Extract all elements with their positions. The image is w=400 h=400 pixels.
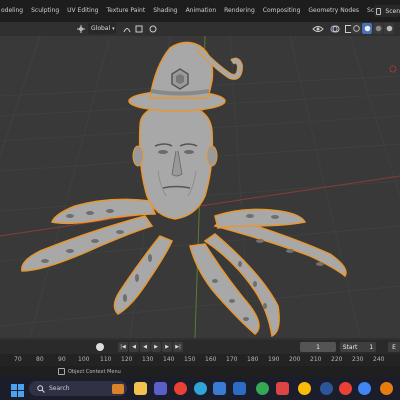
visibility-icon[interactable] (312, 23, 324, 34)
scene-label: Scen (385, 7, 400, 15)
current-frame-field[interactable]: 1 (300, 342, 336, 352)
media-icon[interactable] (276, 382, 289, 395)
ruler-tick: 70 (14, 356, 22, 363)
jump-start-icon[interactable]: |◀ (118, 342, 128, 352)
shading-material-icon[interactable] (373, 23, 383, 34)
prev-keyframe-icon[interactable]: ◀ (129, 342, 139, 352)
tab-uv-editing[interactable]: UV Editing (63, 0, 102, 22)
transform-orientation-icon[interactable] (76, 23, 86, 34)
jump-end-icon[interactable]: ▶| (173, 342, 183, 352)
taskbar: Search (0, 377, 400, 400)
ruler-tick: 230 (352, 356, 364, 363)
chevron-down-icon: ▾ (112, 25, 115, 32)
proportional-edit-icon[interactable] (148, 23, 158, 34)
ruler-tick: 220 (331, 356, 343, 363)
chrome-icon[interactable] (256, 382, 269, 395)
timeline-header: |◀ ◀ ◀ ▶ ▶ ▶| 1 Start 1 E (0, 340, 400, 354)
witch-hat-model[interactable] (128, 41, 244, 112)
ruler-tick: 100 (78, 356, 90, 363)
tab-modeling[interactable]: odeling (0, 0, 27, 22)
viewport-header: Global ▾ (0, 22, 400, 36)
orientation-value: Global (91, 25, 111, 32)
tab-sculpting[interactable]: Sculpting (27, 0, 63, 22)
shading-rendered-icon[interactable] (384, 23, 394, 34)
workspace-tab-bar: odeling Sculpting UV Editing Texture Pai… (0, 0, 400, 22)
ruler-tick: 90 (58, 356, 66, 363)
search-box[interactable]: Search (29, 381, 127, 396)
ruler-tick: 140 (163, 356, 175, 363)
tab-geometry-nodes[interactable]: Geometry Nodes (304, 0, 363, 22)
next-keyframe-icon[interactable]: ▶ (162, 342, 172, 352)
start-frame-field[interactable]: Start 1 (340, 342, 376, 352)
shading-solid-icon[interactable] (362, 23, 372, 34)
ruler-tick: 120 (121, 356, 133, 363)
scene-selector[interactable]: Scen (374, 5, 400, 17)
tentacles[interactable] (21, 198, 347, 338)
ruler-tick: 110 (100, 356, 112, 363)
ruler-tick: 200 (289, 356, 301, 363)
file-explorer-icon[interactable] (134, 382, 147, 395)
record-icon[interactable] (96, 343, 104, 351)
tab-compositing[interactable]: Compositing (259, 0, 305, 22)
start-label: Start (342, 343, 358, 351)
ruler-tick: 130 (142, 356, 154, 363)
ruler-tick: 240 (373, 356, 385, 363)
play-reverse-icon[interactable]: ◀ (140, 342, 150, 352)
play-icon[interactable]: ▶ (151, 342, 161, 352)
frame-ruler[interactable]: 70 80 90 100 110 120 130 140 150 160 170… (0, 354, 400, 366)
start-value: 1 (369, 343, 374, 351)
blender-icon[interactable] (380, 382, 393, 395)
playback-controls: |◀ ◀ ◀ ▶ ▶ ▶| (118, 342, 184, 352)
ruler-tick: 170 (226, 356, 238, 363)
chrome-icon[interactable] (174, 382, 187, 395)
ruler-tick: 150 (184, 356, 196, 363)
overlay-icon[interactable] (330, 23, 340, 34)
teams-icon[interactable] (154, 382, 167, 395)
ruler-tick: 180 (247, 356, 259, 363)
photos-icon[interactable] (233, 382, 246, 395)
end-frame-field[interactable]: E (388, 342, 400, 352)
tab-shading[interactable]: Shading (149, 0, 181, 22)
search-highlight-icon (112, 383, 124, 394)
snap-icon[interactable] (134, 23, 144, 34)
shading-wire-icon[interactable] (351, 23, 361, 34)
orientation-dropdown[interactable]: Global ▾ (88, 23, 116, 34)
context-menu-hint: Object Context Menu (68, 368, 121, 375)
chrome-icon[interactable] (298, 382, 311, 395)
status-bar: Object Context Menu (0, 366, 400, 377)
search-icon (37, 384, 45, 393)
tab-rendering[interactable]: Rendering (220, 0, 259, 22)
search-placeholder: Search (49, 385, 70, 392)
store-icon[interactable] (213, 382, 226, 395)
tentacle-suckers (41, 209, 324, 321)
word-icon[interactable] (320, 382, 333, 395)
chrome-icon[interactable] (339, 382, 352, 395)
tab-texture-paint[interactable]: Texture Paint (102, 0, 149, 22)
viewport-scene (0, 36, 400, 338)
pivot-icon[interactable] (122, 23, 132, 34)
edge-icon[interactable] (194, 382, 207, 395)
tab-animation[interactable]: Animation (182, 0, 221, 22)
ruler-tick: 160 (205, 356, 217, 363)
shading-mode-group (351, 23, 394, 34)
ruler-tick: 80 (36, 356, 44, 363)
3d-cursor-icon[interactable] (389, 65, 397, 73)
mouse-icon (58, 368, 65, 375)
3d-viewport[interactable] (0, 36, 400, 338)
start-icon[interactable] (11, 382, 24, 397)
ruler-tick: 190 (268, 356, 280, 363)
chrome-icon[interactable] (358, 382, 371, 395)
ruler-tick: 210 (310, 356, 322, 363)
